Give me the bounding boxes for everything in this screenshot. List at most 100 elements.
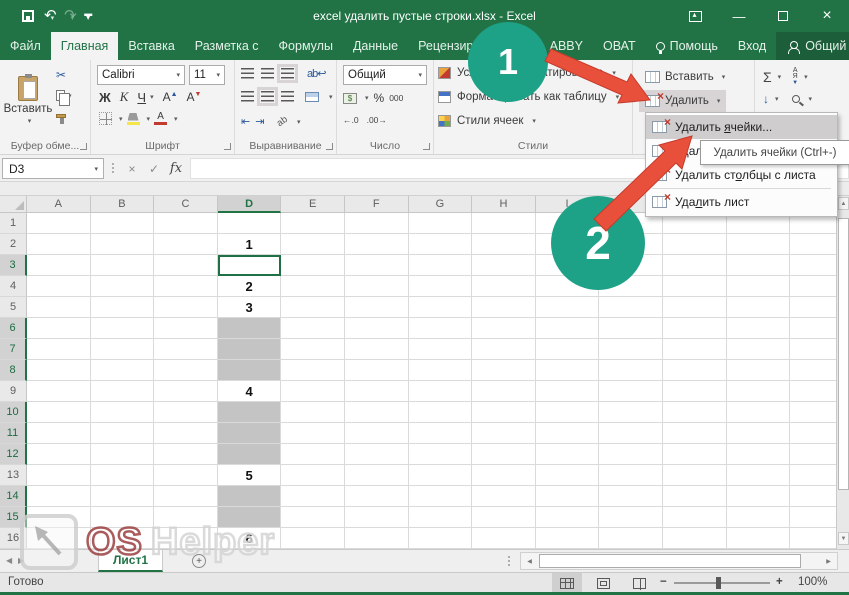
horizontal-scroll-thumb[interactable] xyxy=(539,554,801,568)
cell-J8[interactable] xyxy=(599,360,663,381)
cell-I16[interactable] xyxy=(536,528,600,549)
tab-data[interactable]: Данные xyxy=(343,32,408,60)
cell-G6[interactable] xyxy=(409,318,473,339)
cell-K10[interactable] xyxy=(663,402,727,423)
vertical-scroll-thumb[interactable] xyxy=(838,218,849,490)
cell-H9[interactable] xyxy=(472,381,536,402)
cell-C8[interactable] xyxy=(154,360,218,381)
cell-H5[interactable] xyxy=(472,297,536,318)
align-top-icon[interactable] xyxy=(241,68,254,79)
cell-L12[interactable] xyxy=(727,444,791,465)
row-header-11[interactable]: 11 xyxy=(0,423,27,444)
cell-M13[interactable] xyxy=(790,465,836,486)
column-header-B[interactable]: B xyxy=(91,196,155,213)
cell-M4[interactable] xyxy=(790,276,836,297)
cell-E4[interactable] xyxy=(281,276,345,297)
share-button[interactable]: Общий доступ xyxy=(776,32,849,60)
cell-H11[interactable] xyxy=(472,423,536,444)
cell-D2[interactable]: 1 xyxy=(218,234,282,255)
cell-G16[interactable] xyxy=(409,528,473,549)
scroll-down-icon[interactable]: ▼ xyxy=(838,532,849,545)
page-break-view-button[interactable] xyxy=(624,573,654,593)
cell-J16[interactable] xyxy=(599,528,663,549)
cell-F5[interactable] xyxy=(345,297,409,318)
cell-J14[interactable] xyxy=(599,486,663,507)
maximize-button[interactable] xyxy=(761,0,805,32)
cell-G13[interactable] xyxy=(409,465,473,486)
copy-icon[interactable] xyxy=(56,90,65,101)
cell-E3[interactable] xyxy=(281,255,345,276)
cell-C12[interactable] xyxy=(154,444,218,465)
cell-A1[interactable] xyxy=(27,213,91,234)
tab-acrobat[interactable]: ОВАТ xyxy=(593,32,646,60)
enter-icon[interactable]: ✓ xyxy=(144,158,164,179)
dialog-launcher-icon[interactable] xyxy=(423,143,430,150)
cell-J6[interactable] xyxy=(599,318,663,339)
italic-button[interactable]: К xyxy=(120,89,129,105)
cell-H10[interactable] xyxy=(472,402,536,423)
cell-C14[interactable] xyxy=(154,486,218,507)
cell-G2[interactable] xyxy=(409,234,473,255)
cell-B11[interactable] xyxy=(91,423,155,444)
cell-K2[interactable] xyxy=(663,234,727,255)
cell-F10[interactable] xyxy=(345,402,409,423)
cell-F6[interactable] xyxy=(345,318,409,339)
cell-K16[interactable] xyxy=(663,528,727,549)
cell-J5[interactable] xyxy=(599,297,663,318)
fill-icon[interactable]: ↓ xyxy=(763,92,769,106)
customize-quick-access-icon[interactable]: ▬▾ xyxy=(84,12,92,20)
cell-C11[interactable] xyxy=(154,423,218,444)
menu-item-delete-sheet[interactable]: Удалить лист xyxy=(646,190,837,214)
cell-D5[interactable]: 3 xyxy=(218,297,282,318)
cell-A6[interactable] xyxy=(27,318,91,339)
cell-L5[interactable] xyxy=(727,297,791,318)
cell-F14[interactable] xyxy=(345,486,409,507)
insert-function-icon[interactable]: fx xyxy=(166,158,186,179)
cell-F12[interactable] xyxy=(345,444,409,465)
cell-I6[interactable] xyxy=(536,318,600,339)
increase-decimal-icon[interactable]: ←.0 xyxy=(343,115,359,125)
decrease-decimal-icon[interactable]: .00→ xyxy=(367,115,387,125)
cell-J7[interactable] xyxy=(599,339,663,360)
cell-C5[interactable] xyxy=(154,297,218,318)
cell-J11[interactable] xyxy=(599,423,663,444)
column-header-H[interactable]: H xyxy=(472,196,536,213)
scroll-up-icon[interactable]: ▲ xyxy=(838,197,849,210)
cell-L11[interactable] xyxy=(727,423,791,444)
cell-H7[interactable] xyxy=(472,339,536,360)
dialog-launcher-icon[interactable] xyxy=(80,143,87,150)
minimize-button[interactable]: — xyxy=(717,0,761,32)
cell-I14[interactable] xyxy=(536,486,600,507)
cell-K12[interactable] xyxy=(663,444,727,465)
cell-E10[interactable] xyxy=(281,402,345,423)
paste-button[interactable]: Вставить ▾ xyxy=(5,64,51,136)
cell-J15[interactable] xyxy=(599,507,663,528)
align-right-icon[interactable] xyxy=(281,91,294,102)
cell-B14[interactable] xyxy=(91,486,155,507)
cell-F16[interactable] xyxy=(345,528,409,549)
cell-E14[interactable] xyxy=(281,486,345,507)
cell-A8[interactable] xyxy=(27,360,91,381)
row-header-5[interactable]: 5 xyxy=(0,297,27,318)
zoom-in-icon[interactable]: + xyxy=(776,576,783,588)
column-header-A[interactable]: A xyxy=(27,196,91,213)
cell-H12[interactable] xyxy=(472,444,536,465)
cell-H15[interactable] xyxy=(472,507,536,528)
align-bottom-icon[interactable] xyxy=(281,68,294,79)
zoom-slider[interactable] xyxy=(674,582,770,584)
cell-A13[interactable] xyxy=(27,465,91,486)
cell-L2[interactable] xyxy=(727,234,791,255)
save-icon[interactable] xyxy=(22,10,34,22)
cell-G8[interactable] xyxy=(409,360,473,381)
row-header-9[interactable]: 9 xyxy=(0,381,27,402)
cell-G7[interactable] xyxy=(409,339,473,360)
cell-I5[interactable] xyxy=(536,297,600,318)
column-header-G[interactable]: G xyxy=(409,196,473,213)
decrease-indent-icon[interactable]: ⇤ xyxy=(241,115,249,128)
cell-B4[interactable] xyxy=(91,276,155,297)
accounting-format-icon[interactable]: $ xyxy=(343,93,357,104)
cell-A11[interactable] xyxy=(27,423,91,444)
cell-K7[interactable] xyxy=(663,339,727,360)
align-middle-icon[interactable] xyxy=(261,68,274,79)
wrap-text-icon[interactable]: ab↩ xyxy=(307,67,325,80)
